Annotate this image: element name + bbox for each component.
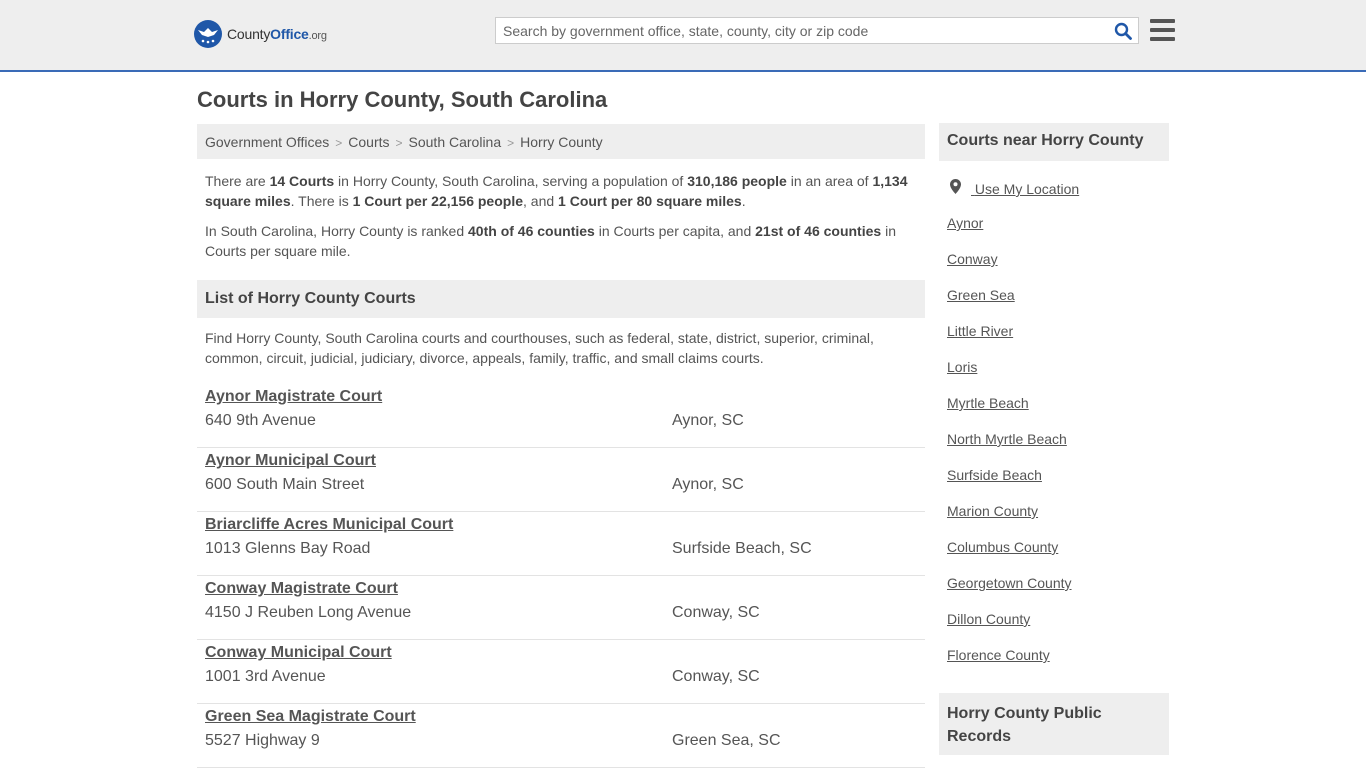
location-pin-icon — [950, 179, 961, 194]
court-address: 4150 J Reuben Long Avenue — [205, 604, 412, 621]
sidebar-nearby-list: Use My Location Aynor Conway Green Sea L… — [947, 177, 1167, 681]
court-name-link[interactable]: Aynor Magistrate Court — [205, 388, 382, 406]
court-item: Conway Magistrate Court 4150 J Reuben Lo… — [197, 576, 925, 640]
sidebar-link-aynor[interactable]: Aynor — [947, 213, 1167, 249]
court-city: Green Sea, SC — [672, 732, 781, 749]
breadcrumb-south-carolina[interactable]: South Carolina — [409, 134, 502, 150]
sidebar-link-green-sea[interactable]: Green Sea — [947, 285, 1167, 321]
breadcrumb-government-offices[interactable]: Government Offices — [205, 134, 329, 150]
intro-stat: 21st of 46 counties — [755, 223, 882, 239]
sidebar-link-marion-county[interactable]: Marion County — [947, 501, 1167, 537]
intro-text-run: . — [741, 193, 746, 209]
sidebar-link-surfside-beach[interactable]: Surfside Beach — [947, 465, 1167, 501]
sidebar-link-north-myrtle-beach[interactable]: North Myrtle Beach — [947, 429, 1167, 465]
court-address: 600 South Main Street — [205, 476, 365, 493]
court-city: Aynor, SC — [672, 412, 744, 429]
sidebar-link-loris[interactable]: Loris — [947, 357, 1167, 393]
intro-ranking: In South Carolina, Horry County is ranke… — [205, 221, 917, 261]
court-name-link[interactable]: Briarcliffe Acres Municipal Court — [205, 516, 453, 534]
court-address: 5527 Highway 9 — [205, 732, 320, 749]
search-input[interactable] — [496, 18, 1103, 43]
breadcrumb: Government Offices > Courts > South Carolina… — [197, 124, 925, 159]
intro-text-run: , and — [523, 193, 559, 209]
court-address: 1013 Glenns Bay Road — [205, 540, 371, 557]
sidebar-public-records-title: Horry County Public Records — [939, 693, 1169, 755]
court-city: Conway, SC — [672, 668, 760, 685]
court-item: Green Sea Magistrate Court 5527 Highway … — [197, 704, 925, 768]
sidebar-link-georgetown-county[interactable]: Georgetown County — [947, 573, 1167, 609]
logo-eagle-icon — [194, 20, 222, 48]
court-address: 1001 3rd Avenue — [205, 668, 326, 685]
intro-summary: There are 14 Courts in Horry County, Sou… — [205, 171, 917, 211]
breadcrumb-separator-icon: > — [395, 136, 403, 150]
intro-stat: 310,186 people — [687, 173, 787, 189]
court-city: Conway, SC — [672, 604, 760, 621]
intro-text: There are 14 Courts in Horry County, Sou… — [205, 171, 917, 271]
intro-stat: 40th of 46 counties — [468, 223, 595, 239]
use-my-location-link[interactable]: Use My Location — [947, 177, 1167, 213]
court-list: Aynor Magistrate Court 640 9th Avenue Ay… — [197, 384, 925, 768]
intro-text-run: in an area of — [786, 173, 873, 189]
sidebar-link-dillon-county[interactable]: Dillon County — [947, 609, 1167, 645]
page-title: Courts in Horry County, South Carolina — [197, 87, 608, 112]
court-item: Briarcliffe Acres Municipal Court 1013 G… — [197, 512, 925, 576]
court-name-link[interactable]: Conway Municipal Court — [205, 644, 392, 662]
intro-text-run: In South Carolina, Horry County is ranke… — [205, 223, 469, 239]
breadcrumb-horry-county[interactable]: Horry County — [520, 134, 602, 150]
intro-stat: 1 Court per 22,156 people — [352, 193, 524, 209]
search-icon[interactable] — [1114, 22, 1132, 40]
intro-text-run: There are — [205, 173, 270, 189]
search-box — [495, 17, 1139, 44]
sidebar-link-conway[interactable]: Conway — [947, 249, 1167, 285]
list-section-description: Find Horry County, South Carolina courts… — [205, 330, 874, 366]
top-bar: CountyOffice.org — [0, 0, 1366, 72]
court-name-link[interactable]: Green Sea Magistrate Court — [205, 708, 416, 726]
sidebar-link-columbus-county[interactable]: Columbus County — [947, 537, 1167, 573]
breadcrumb-separator-icon: > — [335, 136, 343, 150]
list-section-title: List of Horry County Courts — [197, 280, 925, 318]
intro-text-run: in Courts per capita, and — [594, 223, 756, 239]
sidebar-link-myrtle-beach[interactable]: Myrtle Beach — [947, 393, 1167, 429]
court-item: Aynor Magistrate Court 640 9th Avenue Ay… — [197, 384, 925, 448]
breadcrumb-separator-icon: > — [507, 136, 515, 150]
breadcrumb-courts[interactable]: Courts — [348, 134, 389, 150]
court-item: Conway Municipal Court 1001 3rd Avenue C… — [197, 640, 925, 704]
intro-text-run: in Horry County, South Carolina, serving… — [334, 173, 688, 189]
sidebar-link-florence-county[interactable]: Florence County — [947, 645, 1167, 681]
court-city: Aynor, SC — [672, 476, 744, 493]
court-item: Aynor Municipal Court 600 South Main Str… — [197, 448, 925, 512]
intro-stat: 1 Court per 80 square miles — [558, 193, 742, 209]
court-name-link[interactable]: Aynor Municipal Court — [205, 452, 376, 470]
intro-text-run: . There is — [290, 193, 353, 209]
intro-stat: 14 Courts — [269, 173, 335, 189]
site-logo[interactable]: CountyOffice.org — [194, 20, 327, 48]
use-my-location-label: Use My Location — [974, 181, 1080, 197]
court-address: 640 9th Avenue — [205, 412, 316, 429]
hamburger-menu-icon[interactable] — [1150, 19, 1175, 41]
sidebar-link-little-river[interactable]: Little River — [947, 321, 1167, 357]
logo-text: CountyOffice.org — [227, 26, 327, 42]
court-city: Surfside Beach, SC — [672, 540, 812, 557]
sidebar-title: Courts near Horry County — [939, 123, 1169, 161]
court-name-link[interactable]: Conway Magistrate Court — [205, 580, 398, 598]
